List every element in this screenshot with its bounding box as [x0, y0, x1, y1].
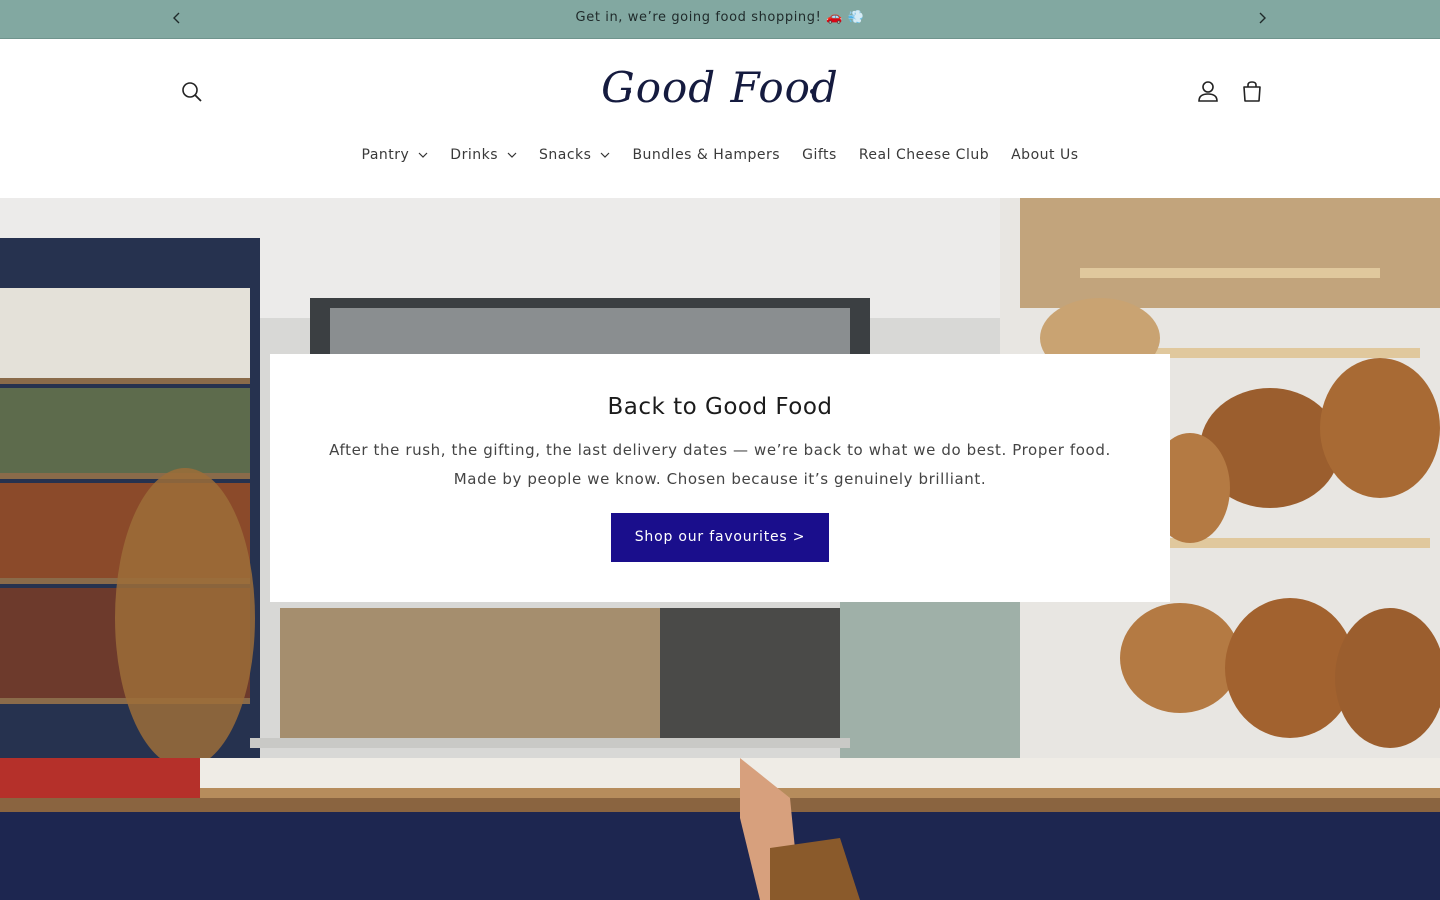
hero-banner: Back to Good Food After the rush, the gi… [0, 198, 1440, 900]
nav-item-label: Pantry [361, 147, 410, 163]
nav-item-bundles-hampers[interactable]: Bundles & Hampers [621, 145, 791, 165]
chevron-right-icon [1259, 12, 1266, 24]
hero-card: Back to Good Food After the rush, the gi… [270, 354, 1170, 602]
search-button[interactable] [176, 76, 208, 108]
cart-button[interactable] [1236, 76, 1268, 108]
logo-text: Good Food [601, 63, 839, 112]
chevron-down-icon [601, 152, 610, 158]
chevron-down-icon [507, 152, 517, 158]
nav-item-label: Drinks [450, 147, 498, 163]
main-nav: Pantry Drinks Snacks Bundles & Hampers G… [0, 145, 1440, 165]
nav-item-label: Gifts [802, 147, 837, 163]
chevron-down-icon [418, 152, 428, 158]
announcement-bar: Get in, we’re going food shopping! 🚗 💨 [0, 0, 1440, 39]
search-icon [182, 82, 202, 102]
nav-item-pantry[interactable]: Pantry [351, 145, 440, 165]
logo-dot-right [810, 89, 815, 94]
account-icon [1198, 81, 1218, 102]
announcement-text: Get in, we’re going food shopping! 🚗 💨 [575, 10, 865, 25]
nav-item-label: About Us [1011, 147, 1079, 163]
hero-title: Back to Good Food [607, 394, 833, 420]
announcement-next-button[interactable] [1252, 8, 1272, 28]
site-header: Good Food Pantry Drinks Snacks Bundles &… [0, 39, 1440, 197]
nav-item-about-us[interactable]: About Us [1000, 145, 1089, 165]
nav-item-real-cheese-club[interactable]: Real Cheese Club [848, 145, 1000, 165]
nav-item-snacks[interactable]: Snacks [528, 145, 621, 165]
nav-item-drinks[interactable]: Drinks [439, 145, 528, 165]
shop-favourites-button[interactable]: Shop our favourites > [611, 513, 829, 562]
account-button[interactable] [1192, 76, 1224, 108]
hero-description: After the rush, the gifting, the last de… [329, 441, 1111, 488]
nav-item-label: Bundles & Hampers [632, 147, 781, 163]
cart-icon [1243, 81, 1261, 102]
nav-item-label: Snacks [539, 147, 592, 163]
nav-item-gifts[interactable]: Gifts [791, 145, 848, 165]
site-logo[interactable]: Good Food [600, 59, 840, 123]
nav-item-label: Real Cheese Club [858, 147, 990, 163]
